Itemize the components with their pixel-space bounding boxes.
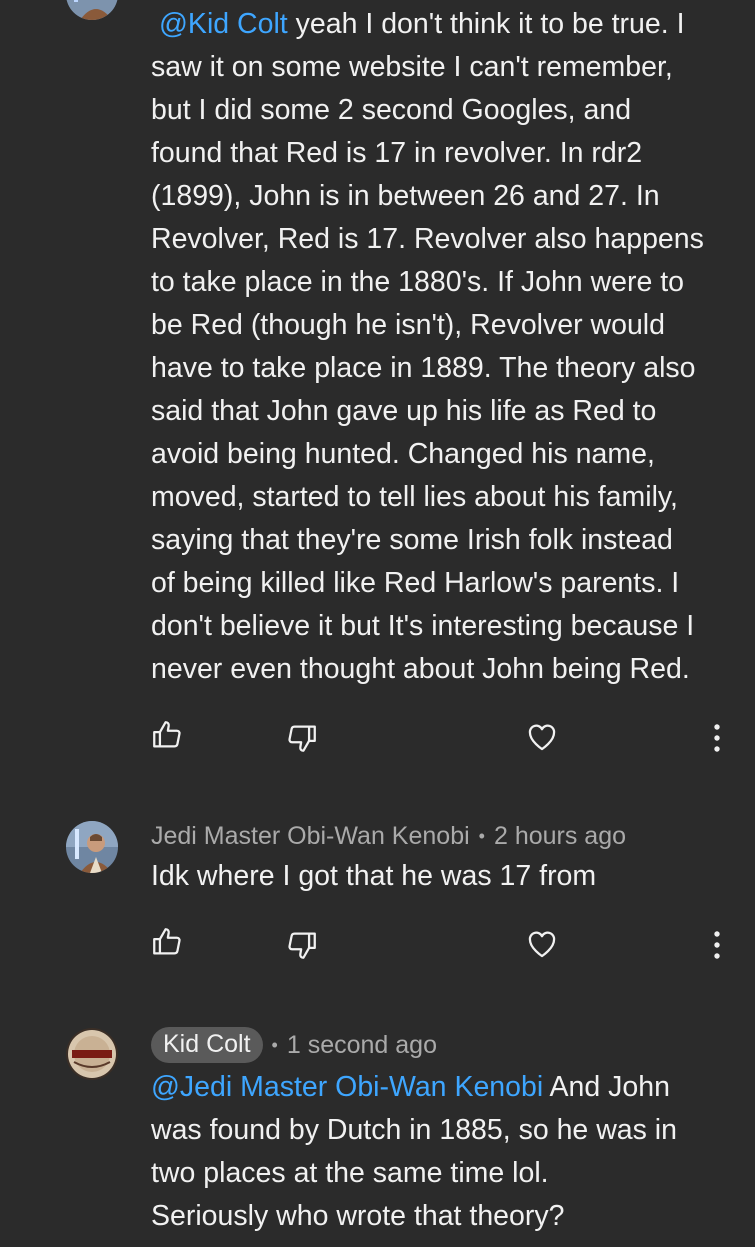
like-button[interactable] <box>147 715 187 755</box>
comment-meta: Kid Colt • 1 second ago <box>151 1027 437 1063</box>
thumbs-down-icon <box>288 725 316 752</box>
thumbs-up-icon <box>153 928 181 955</box>
mention-link[interactable]: @Jedi Master Obi-Wan Kenobi <box>151 1071 543 1103</box>
like-button[interactable] <box>147 922 187 962</box>
avatar[interactable] <box>66 821 118 873</box>
meta-separator: • <box>271 1034 278 1055</box>
timestamp: 2 hours ago <box>493 821 627 850</box>
dislike-button[interactable] <box>282 925 322 965</box>
heart-icon <box>528 724 556 751</box>
dislike-button[interactable] <box>282 718 322 758</box>
author-name[interactable]: Jedi Master Obi-Wan Kenobi <box>151 822 470 851</box>
comment-body: Idk where I got that he was 17 from <box>151 855 726 898</box>
heart-button[interactable] <box>522 717 562 757</box>
meta-separator: • <box>478 825 485 846</box>
comment-body: @Jedi Master Obi-Wan Kenobi And John was… <box>151 1066 726 1238</box>
comment-text: Idk where I got that he was 17 from <box>151 860 597 892</box>
heart-button[interactable] <box>522 924 562 964</box>
avatar[interactable] <box>66 0 118 20</box>
more-options-button[interactable] <box>707 925 727 965</box>
thumbs-down-icon <box>288 932 316 959</box>
timestamp: 1 second ago <box>286 1030 437 1059</box>
comment-meta: Jedi Master Obi-Wan Kenobi • 2 hours ago <box>151 819 626 853</box>
thumbs-up-icon <box>153 721 181 748</box>
comment-body: @Kid Colt yeah I don't think it to be tr… <box>151 3 726 691</box>
more-vert-icon <box>714 931 720 959</box>
heart-icon <box>528 931 556 958</box>
more-options-button[interactable] <box>707 718 727 758</box>
author-chip[interactable]: Kid Colt <box>151 1027 263 1063</box>
comment-text: yeah I don't think it to be true. I saw … <box>151 8 704 685</box>
more-vert-icon <box>714 724 720 752</box>
avatar[interactable] <box>66 1028 118 1080</box>
mention-link[interactable]: @Kid Colt <box>159 8 288 40</box>
